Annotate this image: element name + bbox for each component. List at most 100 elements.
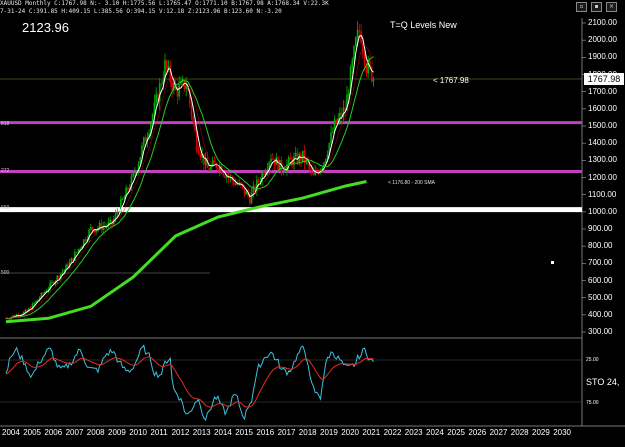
price-tick-label: 1600.00 xyxy=(588,103,617,113)
candle-body xyxy=(165,60,168,69)
candle-body xyxy=(134,172,136,174)
marker-dot xyxy=(551,261,554,264)
candle-body xyxy=(51,281,53,283)
candle-body xyxy=(224,175,226,178)
candle-body xyxy=(90,226,92,230)
candle-body xyxy=(287,157,290,164)
candle-body xyxy=(169,65,172,82)
candle-body xyxy=(358,29,361,32)
candle-body xyxy=(144,137,147,142)
candle-body xyxy=(211,160,214,166)
candle-body xyxy=(355,37,357,47)
candle-body xyxy=(263,172,265,176)
current-price-tag: 1767.98 xyxy=(584,73,624,85)
year-tick-label: 2016 xyxy=(256,428,275,437)
candle-body xyxy=(132,173,134,177)
candle-body xyxy=(339,112,341,119)
candle-body xyxy=(127,187,129,191)
candle-body xyxy=(178,84,180,97)
price-chart[interactable] xyxy=(0,0,625,447)
stochastic-label: STO 24, xyxy=(586,377,620,387)
price-tick-label: 2100.00 xyxy=(588,18,617,27)
price-tick-label: 1400.00 xyxy=(588,138,617,148)
candle-body xyxy=(84,239,87,242)
candle-body xyxy=(294,152,297,157)
year-tick-label: 2027 xyxy=(489,428,508,437)
candle-body xyxy=(222,173,225,176)
chart-window: XAUUSD Monthly C:1767.98 N:- 3.10 H:1775… xyxy=(0,0,625,447)
candle-body xyxy=(312,170,315,176)
candle-body xyxy=(143,137,145,146)
year-tick-label: 2017 xyxy=(277,428,296,437)
candle-body xyxy=(351,59,354,68)
level-label: 660 xyxy=(1,205,10,211)
candle-body xyxy=(33,302,36,304)
candle-body xyxy=(109,219,112,222)
price-tick-label: 1000.00 xyxy=(588,206,617,216)
year-tick-label: 2028 xyxy=(510,428,529,437)
candle-body xyxy=(289,157,292,160)
candle-body xyxy=(257,179,260,182)
candle-body xyxy=(217,167,219,170)
year-tick-label: 2019 xyxy=(320,428,338,437)
candle-body xyxy=(330,132,332,144)
candle-body xyxy=(61,271,64,274)
year-tick-label: 2022 xyxy=(383,428,402,437)
price-tick-label: 400.00 xyxy=(588,309,613,319)
price-tick-label: 1500.00 xyxy=(588,121,617,130)
candle-body xyxy=(208,168,210,171)
year-tick-label: 2018 xyxy=(298,428,317,437)
price-tick-label: 500.00 xyxy=(588,292,613,302)
year-tick-label: 2008 xyxy=(86,428,105,437)
study-title: T=Q Levels New xyxy=(390,20,457,30)
candle-body xyxy=(121,198,124,200)
candle-body xyxy=(37,299,39,301)
price-tick-label: 2000.00 xyxy=(588,35,617,45)
candle-body xyxy=(245,191,248,195)
candle-body xyxy=(24,309,27,312)
candle-body xyxy=(270,158,272,163)
candle-body xyxy=(324,159,327,163)
stochastic-fast-line xyxy=(5,344,374,422)
year-tick-label: 2025 xyxy=(447,428,465,437)
year-tick-label: 2015 xyxy=(235,428,253,437)
candle-body xyxy=(249,196,251,204)
candle-body xyxy=(190,103,193,117)
candle-body xyxy=(233,180,235,185)
candle-body xyxy=(192,116,195,123)
price-tick-label: 700.00 xyxy=(588,258,613,268)
candle-body xyxy=(234,183,237,185)
year-tick-label: 2014 xyxy=(214,428,232,437)
candle-body xyxy=(298,154,301,163)
price-tick-label: 1200.00 xyxy=(588,172,617,182)
candle-body xyxy=(176,89,179,97)
candle-body xyxy=(332,131,334,133)
osc-level-label: 25.00 xyxy=(586,357,599,363)
candle-body xyxy=(70,258,73,263)
candle-body xyxy=(372,79,375,82)
stochastic-slow-line xyxy=(5,356,374,408)
candle-body xyxy=(12,315,14,317)
year-tick-label: 2030 xyxy=(553,428,571,437)
year-tick-label: 2006 xyxy=(44,428,63,437)
year-tick-label: 2007 xyxy=(65,428,84,437)
price-tick-label: 300.00 xyxy=(588,327,613,336)
level-label: 500 xyxy=(1,270,10,276)
year-tick-label: 2023 xyxy=(404,428,423,437)
year-tick-label: 2012 xyxy=(171,428,190,437)
candle-body xyxy=(98,223,101,228)
year-tick-label: 2004 xyxy=(2,428,20,437)
year-tick-label: 2026 xyxy=(468,428,487,437)
time-axis[interactable]: 2004 2005 2006 2007 2008 2009 2010 2011 2012 2013… xyxy=(0,426,625,447)
price-tick-label: 800.00 xyxy=(588,241,613,251)
year-tick-label: 2005 xyxy=(23,428,41,437)
candle-body xyxy=(282,172,285,174)
year-tick-label: 2021 xyxy=(362,428,381,437)
price-axis[interactable]: 2100.002000.001900.001800.001700.001600.… xyxy=(582,0,625,338)
candle-body xyxy=(58,275,60,279)
candle-body xyxy=(91,226,94,230)
candle-body xyxy=(151,114,154,123)
price-tick-label: 1700.00 xyxy=(588,86,617,96)
candle-body xyxy=(199,154,202,158)
candle-body xyxy=(210,165,212,171)
